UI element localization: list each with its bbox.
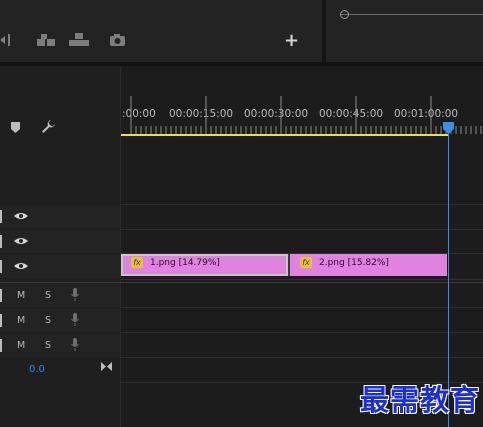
add-button[interactable]: + (284, 30, 299, 51)
playhead-handle[interactable] (443, 122, 454, 134)
track-lock-edge (0, 289, 2, 302)
microphone-icon[interactable] (71, 313, 79, 326)
clip-1[interactable]: fx 1.png [14.79%] (121, 254, 288, 276)
track-lock-edge (0, 339, 2, 352)
scrub-handle[interactable] (340, 10, 349, 19)
mute-button[interactable]: M (17, 290, 25, 301)
microphone-icon[interactable] (71, 288, 79, 301)
track-lock-edge (0, 235, 2, 248)
track-separator (120, 332, 483, 333)
work-area-bar[interactable] (121, 134, 448, 136)
marker-icon[interactable] (11, 122, 20, 133)
fx-badge: fx (300, 257, 312, 268)
clip-label: 2.png [15.82%] (319, 258, 389, 268)
solo-button[interactable]: S (45, 315, 51, 326)
track-lock-edge (0, 314, 2, 327)
track-separator (120, 204, 483, 205)
eye-icon[interactable] (14, 212, 28, 220)
track-lock-edge (0, 260, 2, 273)
watermark-text: 最需教育 (360, 383, 481, 417)
lift-icon[interactable] (36, 33, 56, 47)
track-separator (120, 357, 483, 358)
scrub-track[interactable] (341, 14, 483, 15)
trim-icon[interactable] (0, 33, 12, 47)
panel-divider (322, 0, 326, 62)
solo-button[interactable]: S (45, 290, 51, 301)
mute-button[interactable]: M (17, 315, 25, 326)
go-to-end-icon[interactable] (101, 362, 112, 371)
fx-badge: fx (131, 257, 143, 268)
microphone-icon[interactable] (71, 338, 79, 351)
program-monitor-panel (0, 0, 483, 62)
clip-2[interactable]: fx 2.png [15.82%] (290, 254, 447, 276)
master-volume-value[interactable]: 0.0 (29, 364, 45, 375)
eye-icon[interactable] (14, 262, 28, 270)
track-separator (120, 307, 483, 308)
track-separator (0, 282, 483, 283)
track-separator (120, 229, 483, 230)
camera-icon[interactable] (109, 33, 126, 47)
time-ruler[interactable] (120, 94, 483, 134)
track-separator (120, 279, 483, 280)
extract-icon[interactable] (68, 32, 90, 47)
solo-button[interactable]: S (45, 340, 51, 351)
clip-label: 1.png [14.79%] (150, 258, 220, 268)
mute-button[interactable]: M (17, 340, 25, 351)
wrench-icon[interactable] (41, 119, 56, 134)
eye-icon[interactable] (14, 237, 28, 245)
track-lock-edge (0, 210, 2, 223)
